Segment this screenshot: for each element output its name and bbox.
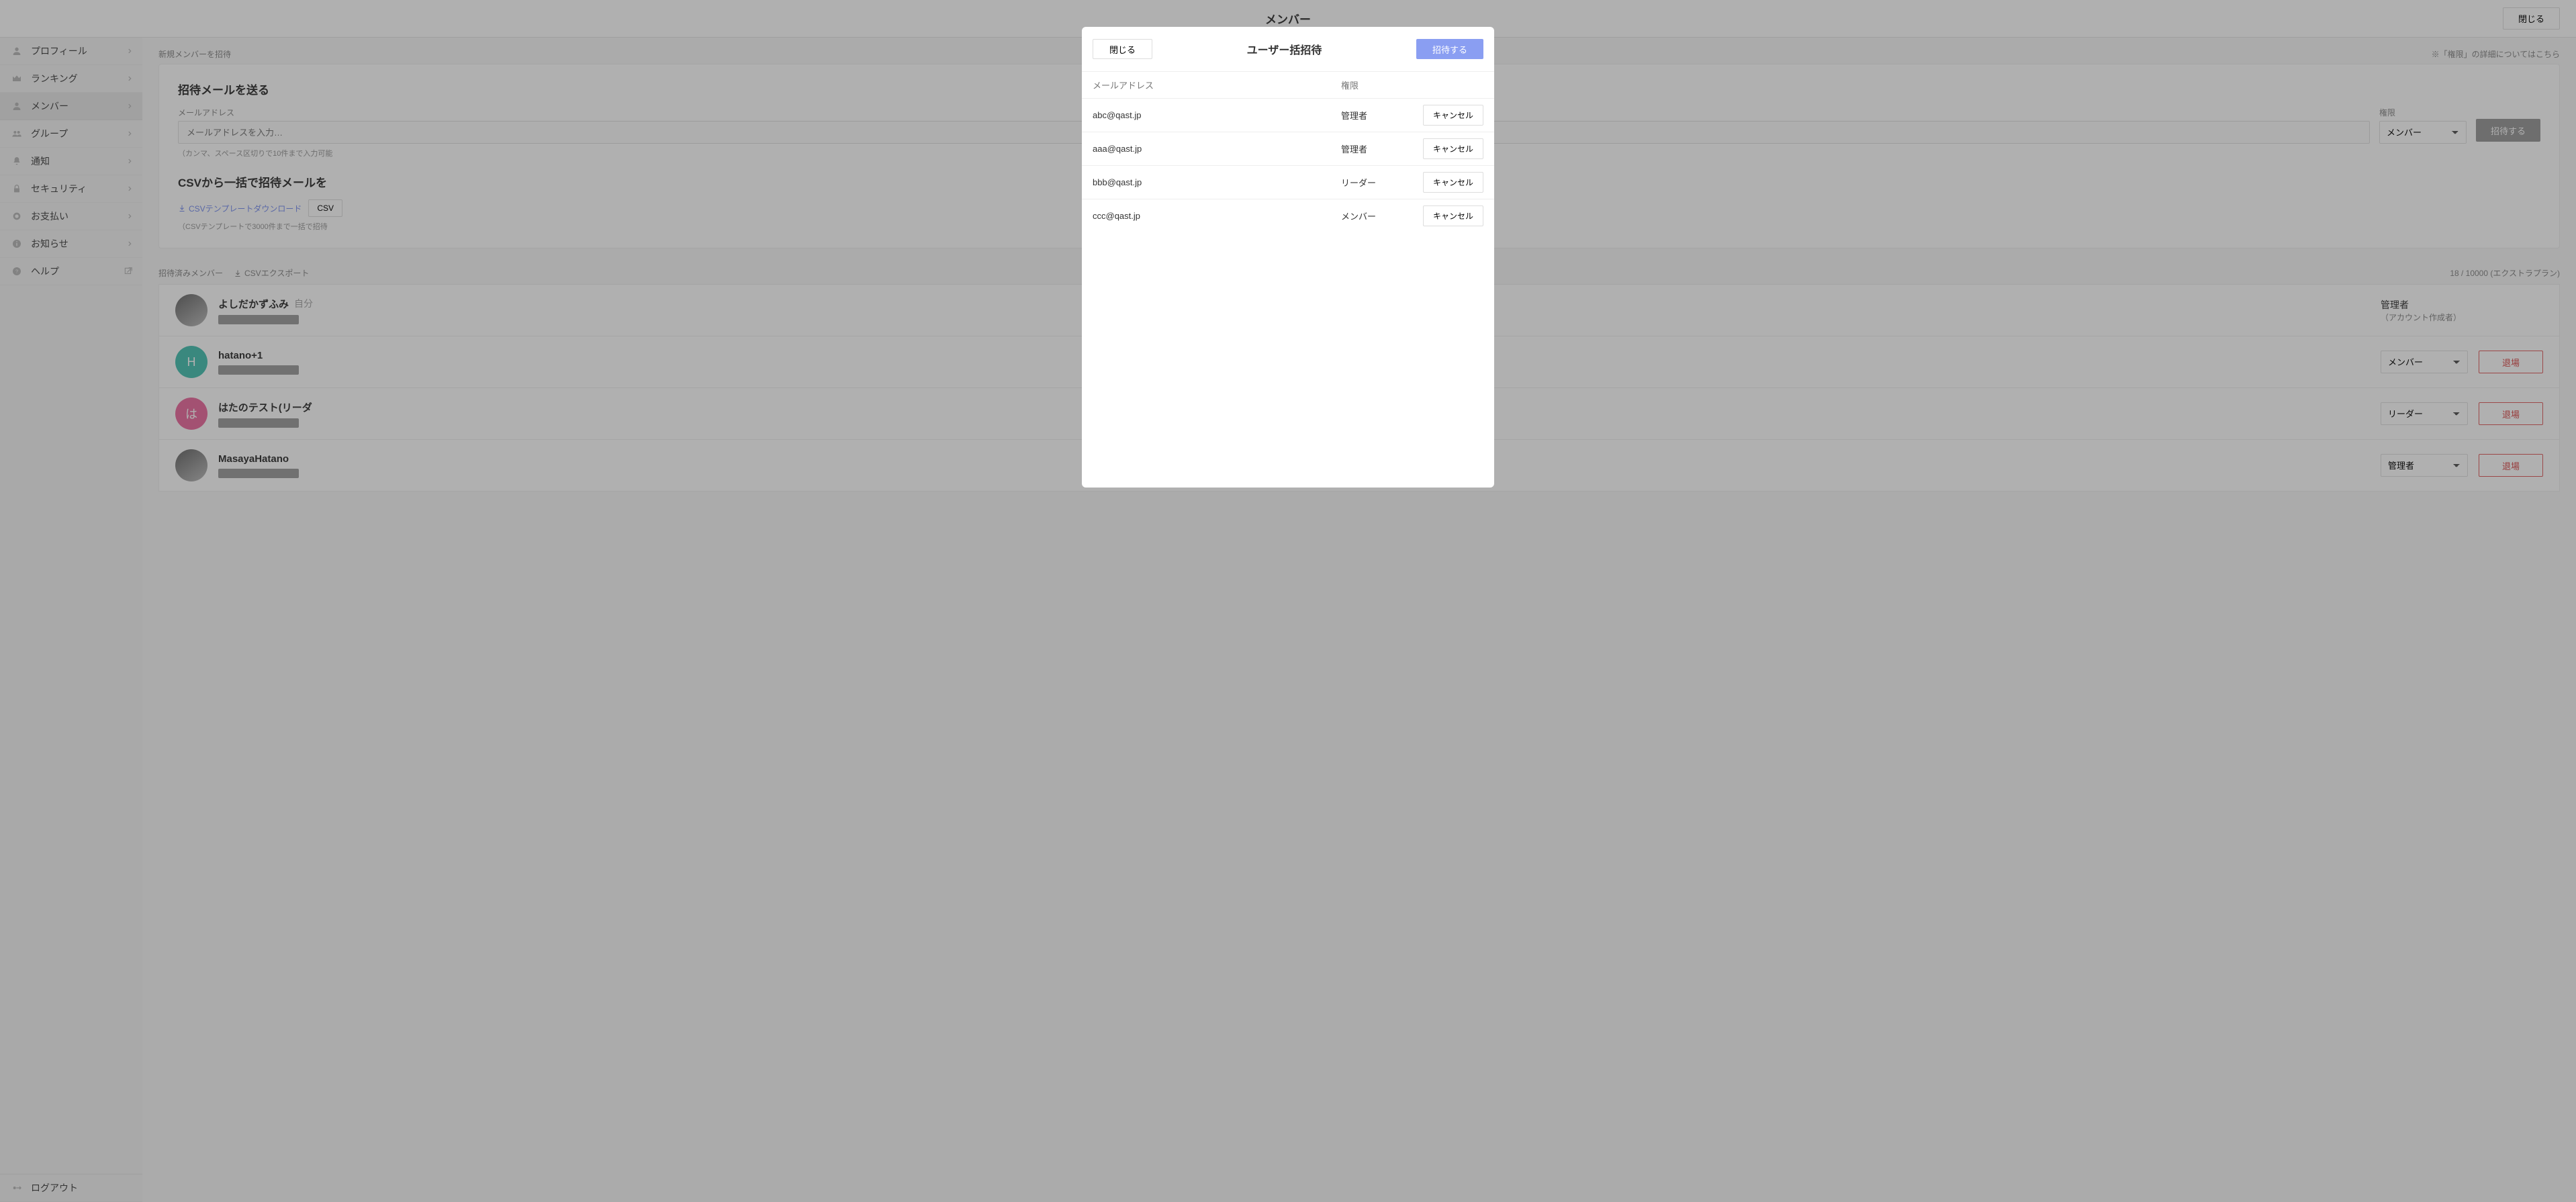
modal-close-button[interactable]: 閉じる xyxy=(1093,39,1152,59)
modal-row-role: 管理者 xyxy=(1341,142,1415,155)
modal-row-email: aaa@qast.jp xyxy=(1093,144,1341,154)
modal-row: aaa@qast.jp管理者キャンセル xyxy=(1082,132,1494,166)
modal-row-email: ccc@qast.jp xyxy=(1093,211,1341,221)
modal-cancel-button[interactable]: キャンセル xyxy=(1423,172,1483,193)
modal-col-role: 権限 xyxy=(1341,79,1415,91)
bulk-invite-modal: 閉じる ユーザー括招待 招待する メールアドレス 権限 abc@qast.jp管… xyxy=(1082,27,1494,488)
modal-invite-button[interactable]: 招待する xyxy=(1416,39,1483,59)
modal-cancel-button[interactable]: キャンセル xyxy=(1423,138,1483,159)
modal-col-email: メールアドレス xyxy=(1093,79,1341,91)
modal-title: ユーザー括招待 xyxy=(1247,41,1322,57)
modal-table-head: メールアドレス 権限 xyxy=(1082,71,1494,99)
modal-row: abc@qast.jp管理者キャンセル xyxy=(1082,99,1494,132)
modal-row-role: メンバー xyxy=(1341,210,1415,222)
modal-cancel-button[interactable]: キャンセル xyxy=(1423,205,1483,226)
modal-row-role: リーダー xyxy=(1341,176,1415,189)
modal-row: ccc@qast.jpメンバーキャンセル xyxy=(1082,199,1494,232)
modal-row: bbb@qast.jpリーダーキャンセル xyxy=(1082,166,1494,199)
modal-row-email: bbb@qast.jp xyxy=(1093,177,1341,187)
modal-row-role: 管理者 xyxy=(1341,109,1415,122)
modal-overlay[interactable]: 閉じる ユーザー括招待 招待する メールアドレス 権限 abc@qast.jp管… xyxy=(0,0,2576,1202)
modal-row-email: abc@qast.jp xyxy=(1093,110,1341,120)
modal-cancel-button[interactable]: キャンセル xyxy=(1423,105,1483,126)
